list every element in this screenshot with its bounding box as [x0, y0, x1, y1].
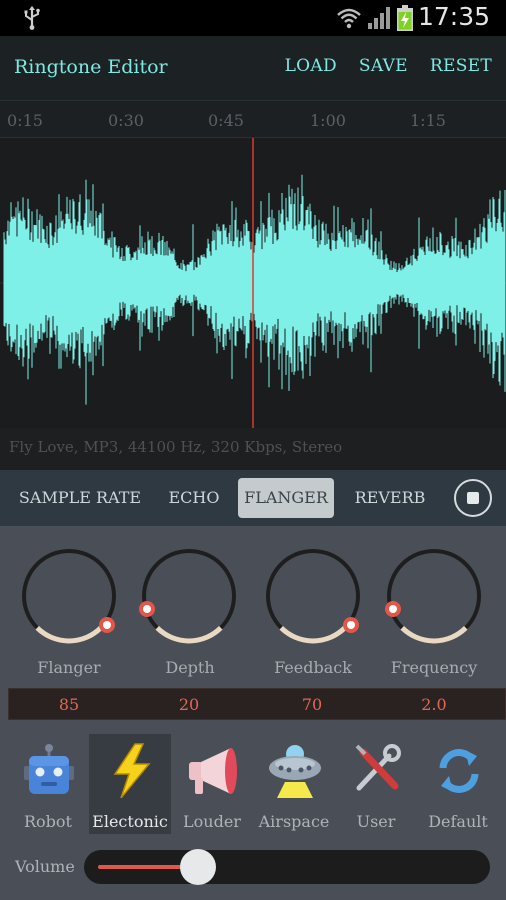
megaphone-icon: [189, 748, 237, 794]
knob-label-depth: Depth: [165, 658, 215, 677]
knob-label-feedback: Feedback: [274, 658, 352, 677]
timeline-tick: 1:15: [410, 111, 446, 130]
preset-robot[interactable]: Robot: [7, 734, 89, 834]
knob-frequency[interactable]: [382, 544, 486, 648]
signal-icon: [368, 7, 390, 29]
timeline-tick: 0:30: [108, 111, 144, 130]
tab-flanger[interactable]: FLANGER: [238, 478, 334, 518]
app-title: Ringtone Editor: [14, 56, 168, 78]
preset-default[interactable]: Default: [417, 734, 499, 834]
app-actions: LOAD SAVE RESET: [285, 56, 492, 76]
battery-charging-icon: [397, 5, 413, 31]
preset-electonic[interactable]: Electonic: [89, 734, 171, 834]
waveform-view[interactable]: [0, 138, 506, 428]
load-button[interactable]: LOAD: [285, 56, 337, 76]
waveform-trace: [3, 174, 506, 405]
volume-thumb[interactable]: [180, 849, 216, 885]
ufo-icon: [269, 745, 321, 798]
knob-label-flanger: Flanger: [37, 658, 101, 677]
knob-label-frequency: Frequency: [390, 658, 478, 677]
robot-icon: [24, 744, 74, 794]
tab-reverb[interactable]: REVERB: [348, 478, 432, 518]
knob-values: 85 20 70 2.0: [8, 688, 506, 720]
timeline-tick: 0:45: [208, 111, 244, 130]
preset-user[interactable]: User: [335, 734, 417, 834]
reset-button[interactable]: RESET: [430, 56, 492, 76]
volume-label: Volume: [15, 857, 75, 876]
effect-tabs: SAMPLE RATE ECHO FLANGER REVERB: [0, 470, 506, 526]
value-frequency: 2.0: [421, 695, 447, 714]
timeline-tick: 0:15: [7, 111, 43, 130]
knob-feedback[interactable]: [261, 544, 365, 648]
volume-slider[interactable]: [84, 849, 490, 885]
knob-depth[interactable]: [137, 544, 241, 648]
value-flanger: 85: [58, 695, 80, 714]
wifi-icon: [337, 8, 361, 29]
tools-icon: [355, 744, 401, 791]
lightning-icon: [113, 743, 151, 798]
clock: 17:35: [417, 2, 490, 31]
timeline-ruler[interactable]: 0:15 0:30 0:45 1:00 1:15: [0, 100, 506, 138]
stop-button[interactable]: [454, 479, 492, 517]
preset-louder[interactable]: Louder: [171, 734, 253, 834]
status-bar: 17:35: [0, 0, 506, 36]
volume-fill: [98, 865, 190, 869]
save-button[interactable]: SAVE: [359, 56, 408, 76]
waveform: [0, 138, 506, 428]
refresh-icon: [439, 749, 479, 793]
effect-panel: Flanger Depth Feedback Frequency 85 20 7…: [0, 526, 506, 900]
knob-flanger[interactable]: [17, 544, 121, 648]
file-info-bar: Fly Love, MP3, 44100 Hz, 320 Kbps, Stere…: [0, 428, 506, 470]
stop-icon: [467, 492, 479, 504]
preset-list: Robot Electonic Louder Airspace User Def…: [0, 734, 506, 844]
usb-icon: [24, 6, 40, 30]
app-bar: Ringtone Editor LOAD SAVE RESET: [0, 36, 506, 100]
timeline-tick: 1:00: [310, 111, 346, 130]
preset-airspace[interactable]: Airspace: [253, 734, 335, 834]
value-feedback: 70: [301, 695, 323, 714]
tab-echo[interactable]: ECHO: [160, 478, 228, 518]
file-info: Fly Love, MP3, 44100 Hz, 320 Kbps, Stere…: [9, 438, 343, 456]
value-depth: 20: [178, 695, 200, 714]
tab-sample-rate[interactable]: SAMPLE RATE: [12, 478, 148, 518]
preset-label: Default: [428, 812, 488, 831]
